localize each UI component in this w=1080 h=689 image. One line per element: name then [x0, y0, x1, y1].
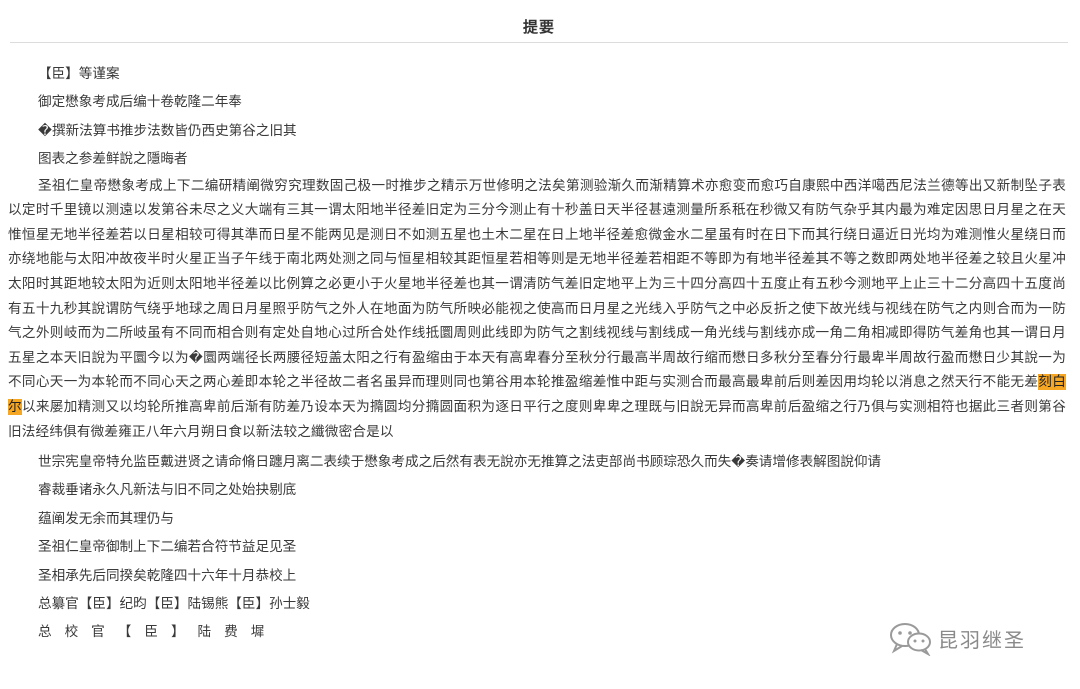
watermark-text: 昆羽继圣 [938, 627, 1026, 652]
document-body: 【臣】等谨案 御定懋象考成后编十卷乾隆二年奉 �撰新法算书推步法数皆仍西史第谷之… [8, 60, 1066, 647]
main-paragraph: 圣祖仁皇帝懋象考成上下二编研精阐微穷究理数固己极一时推步之精示万世修明之法矣第测… [8, 174, 1066, 445]
page-header: 提要 [10, 0, 1068, 43]
text-line: 圣祖仁皇帝御制上下二编若合符节益足见圣 [38, 539, 297, 556]
text-line: 睿裁垂诸永久凡新法与旧不同之处始抉剔底 [38, 482, 297, 499]
paragraph-text-before: 圣祖仁皇帝懋象考成上下二编研精阐微穷究理数固己极一时推步之精示万世修明之法矣第测… [8, 177, 1066, 391]
wechat-icon [890, 623, 931, 656]
page-title: 提要 [522, 18, 555, 36]
text-line: 【臣】等谨案 [38, 66, 120, 82]
text-line: 世宗宪皇帝特允监臣戴进贤之请命脩日躔月离二表续于懋象考成之后然有表无說亦无推算之… [38, 454, 882, 471]
text-line: 圣相承先后同揆矣乾隆四十六年十月恭校上 [38, 567, 297, 584]
text-line: 御定懋象考成后编十卷乾隆二年奉 [38, 94, 242, 111]
watermark: 昆羽继圣 [888, 620, 1026, 656]
text-line: �撰新法算书推步法数皆仍西史第谷之旧其 [38, 122, 297, 139]
text-line: 图表之参差鲜說之隱晦者 [38, 151, 188, 168]
text-line: 总纂官【臣】纪昀【臣】陆锡熊【臣】孙士毅 [38, 596, 310, 613]
paragraph-text-after: 以来屡加精测又以均轮所推高卑前后渐有防差乃设本天为撱圆均分撱圆面积为逐日平行之度… [8, 398, 1067, 440]
text-line: 蕴阐发无余而其理仍与 [38, 510, 174, 527]
